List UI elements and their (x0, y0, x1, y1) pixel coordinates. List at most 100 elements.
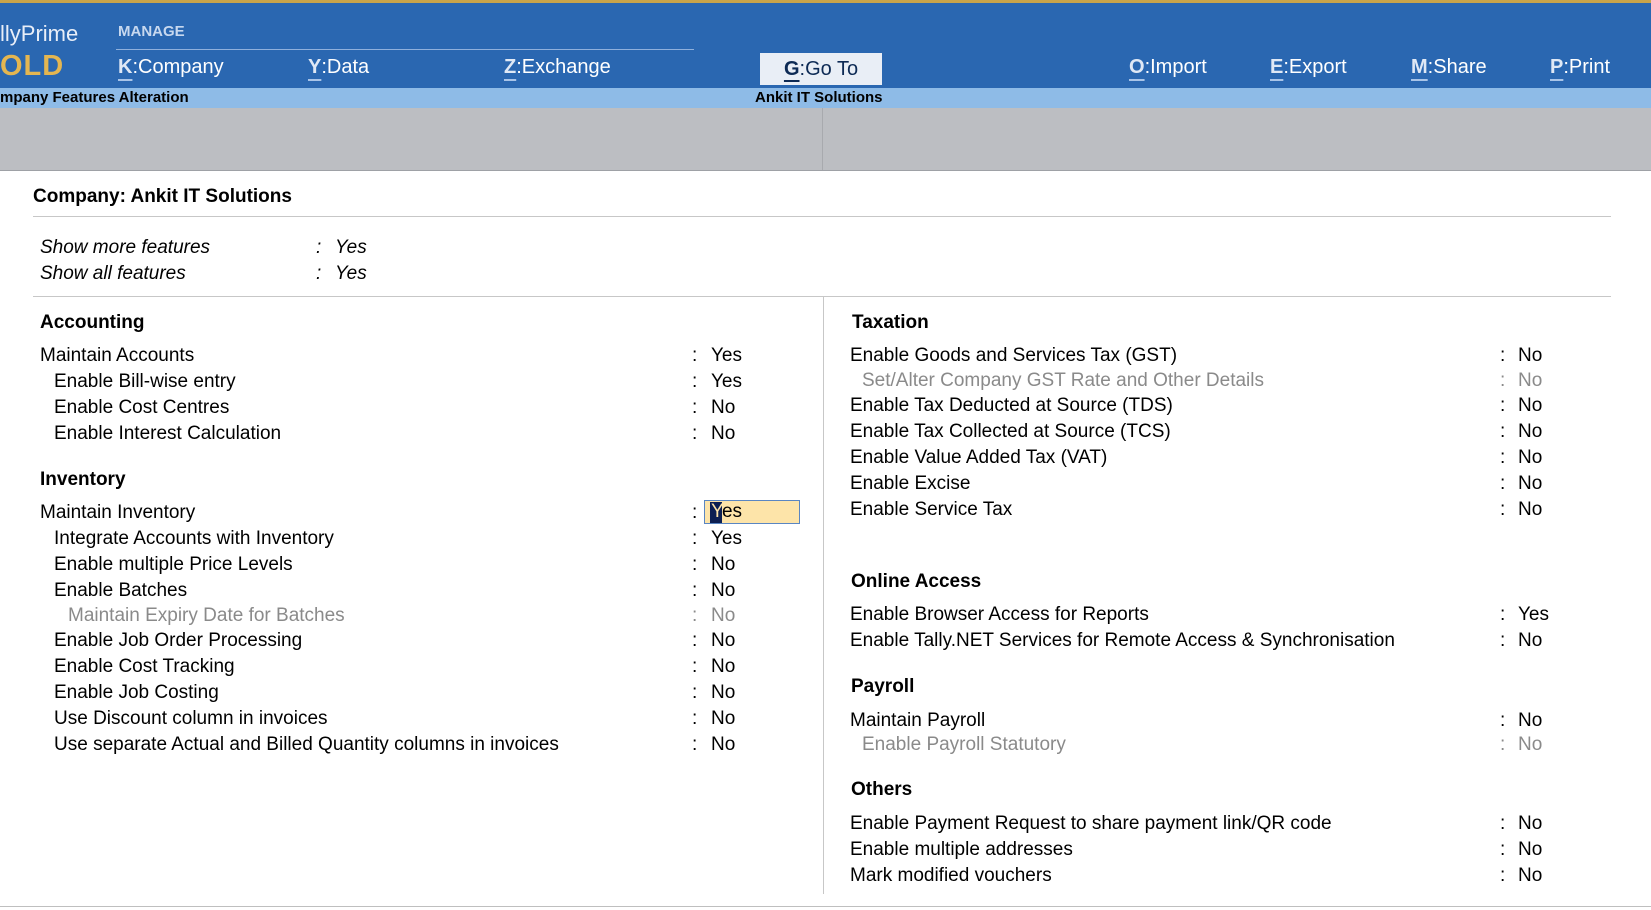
browser-access-value[interactable]: Yes (1518, 604, 1549, 626)
menu-export[interactable]: E:Export (1270, 56, 1347, 79)
menu-data[interactable]: Y:Data (308, 56, 369, 79)
go-to-label: Go To (805, 58, 859, 80)
multiple-addresses-value[interactable]: No (1518, 839, 1542, 861)
menu-company-key: K (118, 56, 133, 78)
discount-column-value[interactable]: No (711, 708, 735, 730)
colon: : (1500, 839, 1506, 860)
menu-import-label: Import (1150, 56, 1207, 78)
section-accounting: Accounting (40, 312, 145, 333)
multiple-price-levels-label: Enable multiple Price Levels (54, 554, 293, 575)
excise-label: Enable Excise (850, 473, 971, 494)
interest-calculation-value[interactable]: No (711, 423, 735, 445)
colon: : (692, 371, 698, 392)
colon: : (1500, 813, 1506, 834)
menu-import[interactable]: O:Import (1129, 56, 1207, 79)
screen-title: mpany Features Alteration (0, 89, 189, 106)
gst-value[interactable]: No (1518, 345, 1542, 367)
colon: : (1500, 499, 1506, 520)
colon: : (1500, 473, 1506, 494)
menu-data-key: Y (308, 56, 322, 78)
bill-wise-entry-value[interactable]: Yes (711, 371, 742, 393)
vat-value[interactable]: No (1518, 447, 1542, 469)
company-name: Ankit IT Solutions (755, 89, 883, 106)
info-panel-border (0, 170, 1651, 171)
title-bar: mpany Features Alteration Ankit IT Solut… (0, 88, 1651, 108)
gst-label: Enable Goods and Services Tax (GST) (850, 345, 1178, 366)
menu-company-label: Company (138, 56, 224, 78)
menu-company[interactable]: K:Company (118, 56, 224, 79)
go-to-button[interactable]: G:Go To (760, 53, 882, 85)
show-more-features-value[interactable]: Yes (335, 237, 367, 259)
service-tax-value[interactable]: No (1518, 499, 1542, 521)
modified-vouchers-label: Mark modified vouchers (850, 865, 1052, 886)
manage-divider (116, 49, 694, 50)
product-edition: OLD (0, 50, 65, 82)
menu-share-key: M (1411, 56, 1428, 78)
gst-rate-details-label: Set/Alter Company GST Rate and Other Det… (862, 370, 1264, 391)
maintain-accounts-value[interactable]: Yes (711, 345, 742, 367)
maintain-payroll-value[interactable]: No (1518, 710, 1542, 732)
tally-net-services-value[interactable]: No (1518, 630, 1542, 652)
title-divider (33, 216, 1611, 217)
cost-centres-value[interactable]: No (711, 397, 735, 419)
job-costing-value[interactable]: No (711, 682, 735, 704)
colon: : (692, 423, 698, 444)
menu-print[interactable]: P:Print (1550, 56, 1610, 79)
menu-export-key: E (1270, 56, 1284, 78)
actual-billed-quantity-value[interactable]: No (711, 734, 735, 756)
colon: : (1500, 395, 1506, 416)
menu-exchange-label: Exchange (521, 56, 611, 78)
cost-tracking-value[interactable]: No (711, 656, 735, 678)
job-order-processing-value[interactable]: No (711, 630, 735, 652)
column-divider (823, 297, 824, 894)
multiple-price-levels-value[interactable]: No (711, 554, 735, 576)
expiry-date-batches-label: Maintain Expiry Date for Batches (68, 605, 345, 626)
colon: : (692, 708, 698, 729)
menu-exchange[interactable]: Z:Exchange (504, 56, 611, 79)
tally-net-services-label: Enable Tally.NET Services for Remote Acc… (850, 630, 1395, 651)
tds-value[interactable]: No (1518, 395, 1542, 417)
colon: : (692, 397, 698, 418)
colon: : (316, 263, 322, 284)
payroll-statutory-value: No (1518, 734, 1543, 755)
payroll-statutory-label: Enable Payroll Statutory (862, 734, 1066, 755)
colon: : (692, 656, 698, 677)
manage-label: MANAGE (118, 23, 185, 40)
browser-access-label: Enable Browser Access for Reports (850, 604, 1149, 625)
colon: : (1500, 447, 1506, 468)
colon: : (1500, 734, 1506, 755)
tcs-value[interactable]: No (1518, 421, 1542, 443)
info-panel-divider (822, 108, 823, 171)
form-title: Company: Ankit IT Solutions (33, 186, 292, 207)
menu-export-label: Export (1288, 56, 1347, 78)
job-order-processing-label: Enable Job Order Processing (54, 630, 303, 651)
payment-request-value[interactable]: No (1518, 813, 1542, 835)
colon: : (1500, 421, 1506, 442)
show-all-features-label: Show all features (40, 263, 186, 284)
menu-print-label: Print (1568, 56, 1611, 78)
colon: : (316, 237, 322, 258)
colon: : (1500, 345, 1506, 366)
menu-exchange-key: Z (504, 56, 517, 78)
vat-label: Enable Value Added Tax (VAT) (850, 447, 1108, 468)
section-payroll: Payroll (851, 676, 915, 697)
excise-value[interactable]: No (1518, 473, 1542, 495)
batches-value[interactable]: No (711, 580, 735, 602)
integrate-accounts-inventory-value[interactable]: Yes (711, 528, 742, 550)
go-to-key: G (783, 58, 800, 80)
colon: : (692, 734, 698, 755)
colon: : (1500, 604, 1506, 625)
colon: : (692, 502, 698, 523)
show-all-features-value[interactable]: Yes (335, 263, 367, 285)
colon: : (1500, 865, 1506, 886)
menu-share[interactable]: M:Share (1411, 56, 1487, 79)
modified-vouchers-value[interactable]: No (1518, 865, 1542, 887)
menu-print-key: P (1550, 56, 1564, 78)
maintain-inventory-value[interactable]: Yes (711, 501, 742, 523)
product-name: llyPrime (0, 21, 79, 46)
multiple-addresses-label: Enable multiple addresses (850, 839, 1073, 860)
cost-centres-label: Enable Cost Centres (54, 397, 230, 418)
colon: : (692, 528, 698, 549)
bottom-border (0, 906, 1651, 907)
maintain-accounts-label: Maintain Accounts (40, 345, 195, 366)
